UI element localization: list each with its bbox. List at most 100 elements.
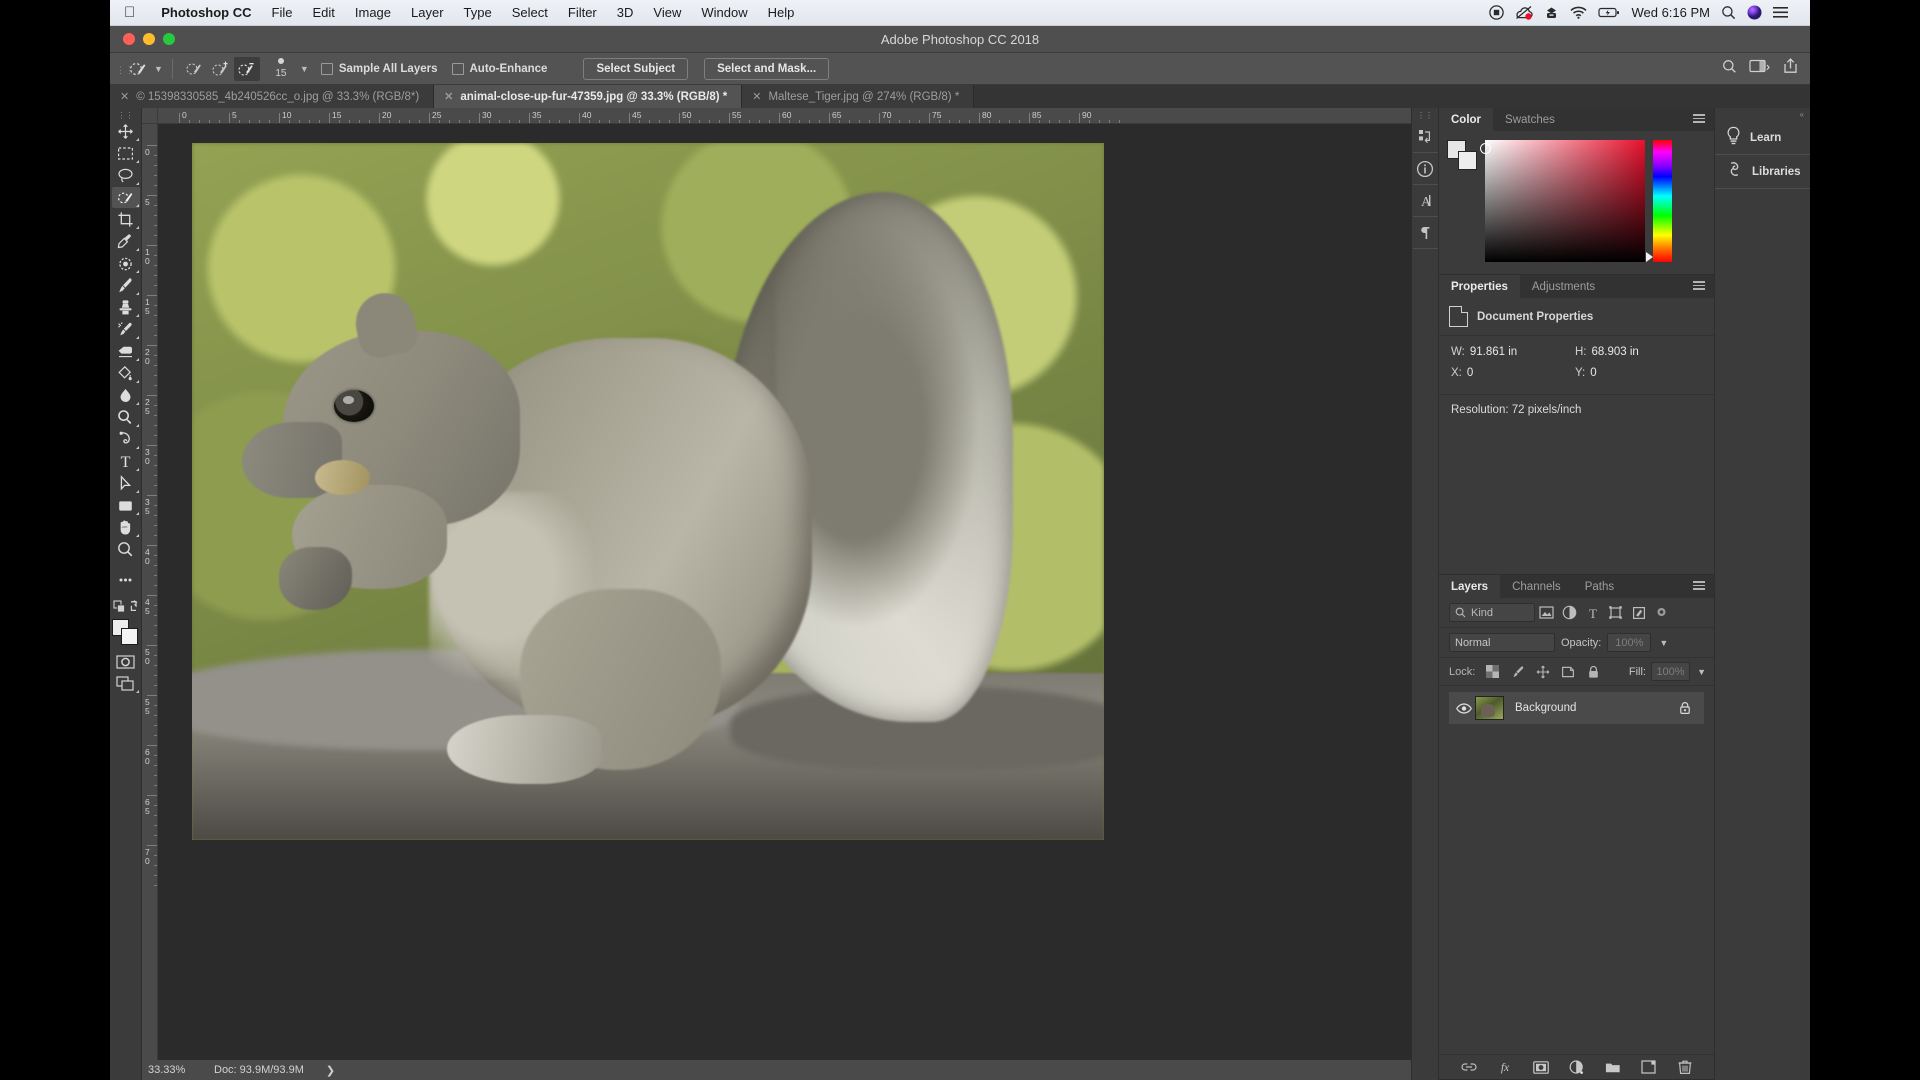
new-adjustment-icon[interactable] bbox=[1569, 1059, 1585, 1075]
width-value[interactable]: 91.861 in bbox=[1470, 346, 1517, 358]
document-tab-3[interactable]: ✕ Maltese_Tiger.jpg @ 274% (RGB/8) * bbox=[742, 85, 975, 108]
close-icon[interactable]: ✕ bbox=[120, 90, 129, 103]
workspace-icon[interactable] bbox=[1749, 59, 1771, 78]
apple-icon[interactable]:  bbox=[124, 5, 135, 20]
height-value[interactable]: 68.903 in bbox=[1592, 346, 1639, 358]
menu-view[interactable]: View bbox=[643, 5, 691, 20]
sidebar-item-pen-tool[interactable] bbox=[112, 429, 140, 450]
sidebar-item-lasso-tool[interactable] bbox=[112, 165, 140, 186]
filter-adjustment-icon[interactable] bbox=[1558, 603, 1581, 622]
sidebar-item-libraries[interactable]: Libraries bbox=[1715, 155, 1810, 189]
tab-color[interactable]: Color bbox=[1439, 108, 1494, 131]
sidebar-item-crop-tool[interactable] bbox=[112, 209, 140, 230]
add-mask-icon[interactable] bbox=[1532, 1059, 1549, 1075]
search-icon[interactable] bbox=[1721, 5, 1736, 20]
sidebar-item-history-brush-tool[interactable] bbox=[112, 319, 140, 340]
search-icon[interactable] bbox=[1722, 59, 1737, 79]
sample-all-layers-checkbox[interactable] bbox=[320, 62, 333, 75]
canvas-stage[interactable] bbox=[158, 124, 1411, 1060]
tools-panel-grip[interactable]: ⋮⋮ bbox=[118, 112, 134, 121]
filter-type-icon[interactable]: T bbox=[1581, 603, 1604, 622]
link-layers-icon[interactable] bbox=[1460, 1059, 1477, 1075]
document-tab-2[interactable]: ✕ animal-close-up-fur-47359.jpg @ 33.3% … bbox=[434, 85, 743, 108]
tab-paths[interactable]: Paths bbox=[1572, 575, 1627, 598]
menu-bar-clock[interactable]: Wed 6:16 PM bbox=[1631, 5, 1710, 20]
select-subject-button[interactable]: Select Subject bbox=[583, 57, 689, 80]
quick-mask-icon[interactable] bbox=[112, 651, 140, 672]
menu-file[interactable]: File bbox=[262, 5, 303, 20]
close-icon[interactable]: ✕ bbox=[752, 90, 761, 103]
foreground-background-color-swatches[interactable] bbox=[111, 619, 140, 645]
select-and-mask-button[interactable]: Select and Mask... bbox=[704, 57, 830, 80]
sidebar-item-rectangular-marquee-tool[interactable] bbox=[112, 143, 140, 164]
background-color-swatch[interactable] bbox=[120, 628, 138, 645]
tab-properties[interactable]: Properties bbox=[1439, 275, 1520, 298]
info-panel-icon[interactable] bbox=[1412, 153, 1438, 185]
menu-window[interactable]: Window bbox=[691, 5, 757, 20]
chevron-down-icon[interactable]: ▼ bbox=[1697, 667, 1706, 677]
selection-new-icon[interactable] bbox=[182, 57, 208, 81]
menu-3d[interactable]: 3D bbox=[607, 5, 644, 20]
color-picker-cursor[interactable] bbox=[1480, 143, 1491, 154]
lock-all-icon[interactable] bbox=[1584, 662, 1604, 681]
control-center-icon[interactable] bbox=[1773, 6, 1788, 19]
sidebar-item-dodge-tool[interactable] bbox=[112, 407, 140, 428]
fill-value[interactable]: 100% bbox=[1650, 662, 1691, 681]
zoom-level[interactable]: 33.33% bbox=[148, 1064, 214, 1076]
ruler-corner[interactable] bbox=[142, 108, 158, 124]
new-group-icon[interactable] bbox=[1605, 1059, 1621, 1075]
lock-position-icon[interactable] bbox=[1533, 662, 1553, 681]
opacity-value[interactable]: 100% bbox=[1607, 633, 1652, 652]
sidebar-item-brush-tool[interactable] bbox=[112, 275, 140, 296]
layer-thumbnail[interactable] bbox=[1475, 696, 1504, 720]
lock-image-icon[interactable] bbox=[1508, 662, 1528, 681]
panel-menu-icon[interactable] bbox=[1684, 108, 1714, 131]
sidebar-item-eraser-tool[interactable] bbox=[112, 341, 140, 362]
lock-icon[interactable] bbox=[1674, 701, 1696, 715]
cloud-sync-icon[interactable] bbox=[1515, 5, 1534, 20]
lock-transparency-icon[interactable] bbox=[1482, 662, 1502, 681]
menu-image[interactable]: Image bbox=[345, 5, 401, 20]
menu-app-name[interactable]: Photoshop CC bbox=[151, 5, 261, 20]
background-color-swatch[interactable] bbox=[1458, 151, 1477, 170]
character-panel-icon[interactable]: A bbox=[1412, 185, 1438, 217]
sidebar-item-quick-selection-tool[interactable] bbox=[111, 187, 140, 208]
auto-enhance-checkbox[interactable] bbox=[451, 62, 464, 75]
close-icon[interactable]: ✕ bbox=[444, 90, 453, 103]
document-size[interactable]: Doc: 93.9M/93.9M bbox=[214, 1064, 304, 1076]
filter-pixel-icon[interactable] bbox=[1535, 603, 1558, 622]
hue-slider[interactable] bbox=[1646, 140, 1672, 262]
chevron-down-icon[interactable]: ▼ bbox=[1659, 638, 1668, 648]
sidebar-item-blur-tool[interactable] bbox=[112, 385, 140, 406]
panel-menu-icon[interactable] bbox=[1684, 275, 1714, 298]
table-row[interactable]: Background bbox=[1449, 692, 1704, 724]
color-picker-field[interactable] bbox=[1480, 140, 1645, 262]
sidebar-item-type-tool[interactable]: T bbox=[112, 451, 140, 472]
horizontal-ruler[interactable]: 0 5 10 15 20 25 30 35 40 45 50 55 60 65 70 75 80 85 90 bbox=[158, 108, 1411, 124]
menu-layer[interactable]: Layer bbox=[401, 5, 454, 20]
history-panel-icon[interactable] bbox=[1412, 121, 1438, 153]
menu-type[interactable]: Type bbox=[454, 5, 502, 20]
menu-help[interactable]: Help bbox=[758, 5, 805, 20]
default-colors-icon[interactable] bbox=[112, 599, 140, 615]
sidebar-item-eyedropper-tool[interactable] bbox=[112, 231, 140, 252]
filter-smart-object-icon[interactable] bbox=[1627, 603, 1650, 622]
tab-swatches[interactable]: Swatches bbox=[1493, 108, 1567, 131]
collapse-panels-icon[interactable]: « bbox=[1715, 110, 1810, 121]
layer-name[interactable]: Background bbox=[1504, 702, 1674, 714]
menu-filter[interactable]: Filter bbox=[558, 5, 607, 20]
new-layer-icon[interactable] bbox=[1641, 1059, 1657, 1075]
chevron-down-icon[interactable]: ▼ bbox=[154, 64, 163, 74]
dock-grip[interactable]: ⋮⋮ bbox=[1417, 111, 1433, 121]
color-panel-swatches[interactable] bbox=[1447, 140, 1477, 170]
sidebar-item-path-selection-tool[interactable] bbox=[112, 473, 140, 494]
hue-slider-handle[interactable] bbox=[1646, 252, 1653, 262]
add-fx-icon[interactable]: fx bbox=[1497, 1059, 1513, 1075]
brush-options-chevron-down-icon[interactable]: ▼ bbox=[300, 64, 309, 74]
wifi-icon[interactable] bbox=[1570, 6, 1588, 19]
selection-add-icon[interactable] bbox=[208, 57, 234, 81]
document-tab-1[interactable]: ✕ © 15398330585_4b240526cc_o.jpg @ 33.3%… bbox=[110, 85, 435, 108]
y-value[interactable]: 0 bbox=[1590, 367, 1596, 379]
chevron-right-icon[interactable]: ❯ bbox=[326, 1064, 335, 1077]
sidebar-item-zoom-tool[interactable] bbox=[112, 539, 140, 560]
